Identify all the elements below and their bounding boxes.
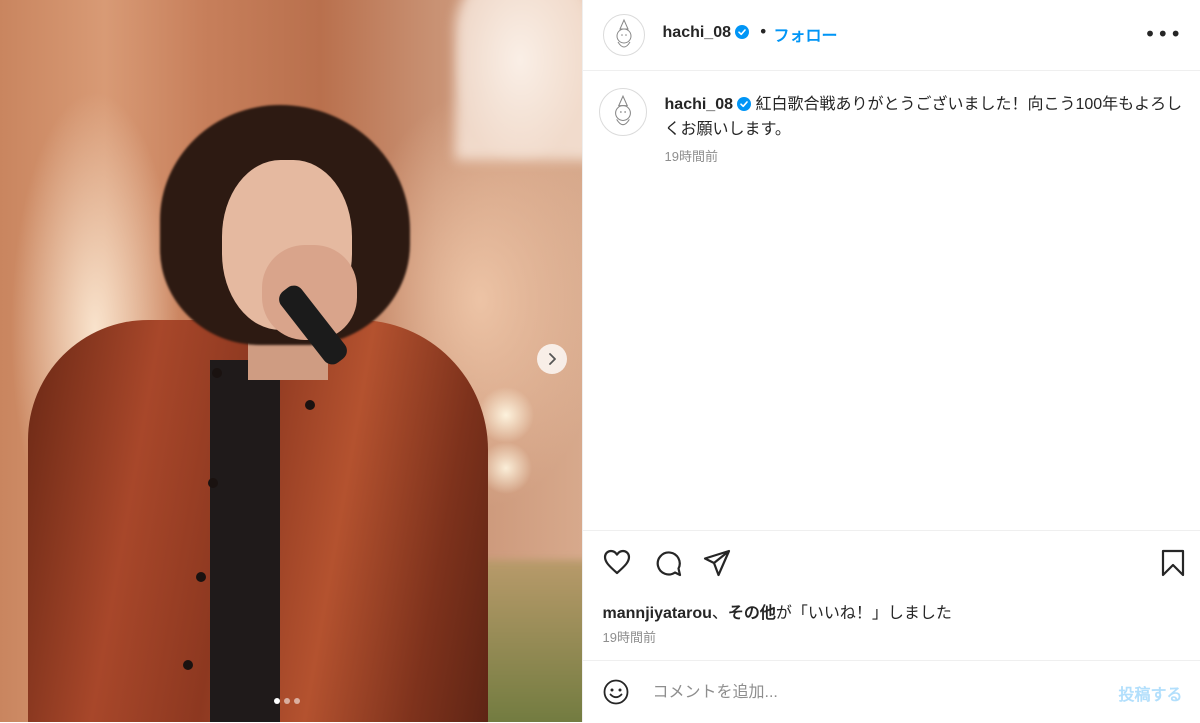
carousel-next-button[interactable] [537,344,567,374]
comment-bar: 投稿する [582,660,1200,723]
carousel-dot [294,698,300,704]
more-options-button[interactable]: ••• [1144,22,1182,46]
comment-icon[interactable] [654,549,682,577]
heart-icon[interactable] [603,549,631,575]
likes-summary: mannjiyatarou、その他が「いいね！」しました [603,599,952,623]
liked-by-sep: 、 [711,605,728,622]
caption-body: hachi_08 紅白歌合戦ありがとうございました！向こう100年もよろしくお願… [665,92,1185,142]
comment-input[interactable] [650,679,1075,707]
carousel-indicator [274,698,300,704]
avatar[interactable] [602,14,645,56]
caption-avatar[interactable] [598,88,647,136]
instagram-post-modal: hachi_08 • フォロー ••• hachi_08 紅白歌合戦ありがとうご… [0,0,1200,722]
jacket-button [305,400,315,410]
avatar-figure-icon [614,94,631,126]
follow-button[interactable]: フォロー [774,22,838,46]
share-icon[interactable] [703,549,731,577]
jacket-button [183,660,193,670]
liked-by-others[interactable]: その他 [728,605,776,622]
liked-by-suffix: が「いいね！」しました [775,605,952,622]
caption-username[interactable]: hachi_08 [665,96,733,113]
caption-timestamp[interactable]: 19時間前 [665,146,718,165]
post-media[interactable] [0,0,582,722]
verified-badge-icon [735,25,749,39]
jacket-button [208,478,218,488]
post-timestamp[interactable]: 19時間前 [603,627,656,646]
chevron-right-icon [549,353,556,365]
post-panel: hachi_08 • フォロー ••• hachi_08 紅白歌合戦ありがとうご… [581,0,1200,723]
liked-by-user[interactable]: mannjiyatarou [603,605,712,622]
media-window-arch [455,0,582,160]
emoji-icon[interactable] [603,679,629,705]
media-shirt [210,360,280,722]
carousel-dot [284,698,290,704]
jacket-button [212,368,222,378]
header-separator: • [758,22,768,41]
post-actions: mannjiyatarou、その他が「いいね！」しました 19時間前 [582,530,1200,661]
verified-badge-icon [737,97,751,111]
username[interactable]: hachi_08 [663,24,749,42]
post-comment-button[interactable]: 投稿する [1119,681,1183,705]
avatar-figure-icon [616,18,632,48]
carousel-dot [274,698,280,704]
jacket-button [196,572,206,582]
post-header: hachi_08 • フォロー ••• [582,0,1200,71]
username-text: hachi_08 [662,24,731,41]
bookmark-icon[interactable] [1161,549,1185,577]
